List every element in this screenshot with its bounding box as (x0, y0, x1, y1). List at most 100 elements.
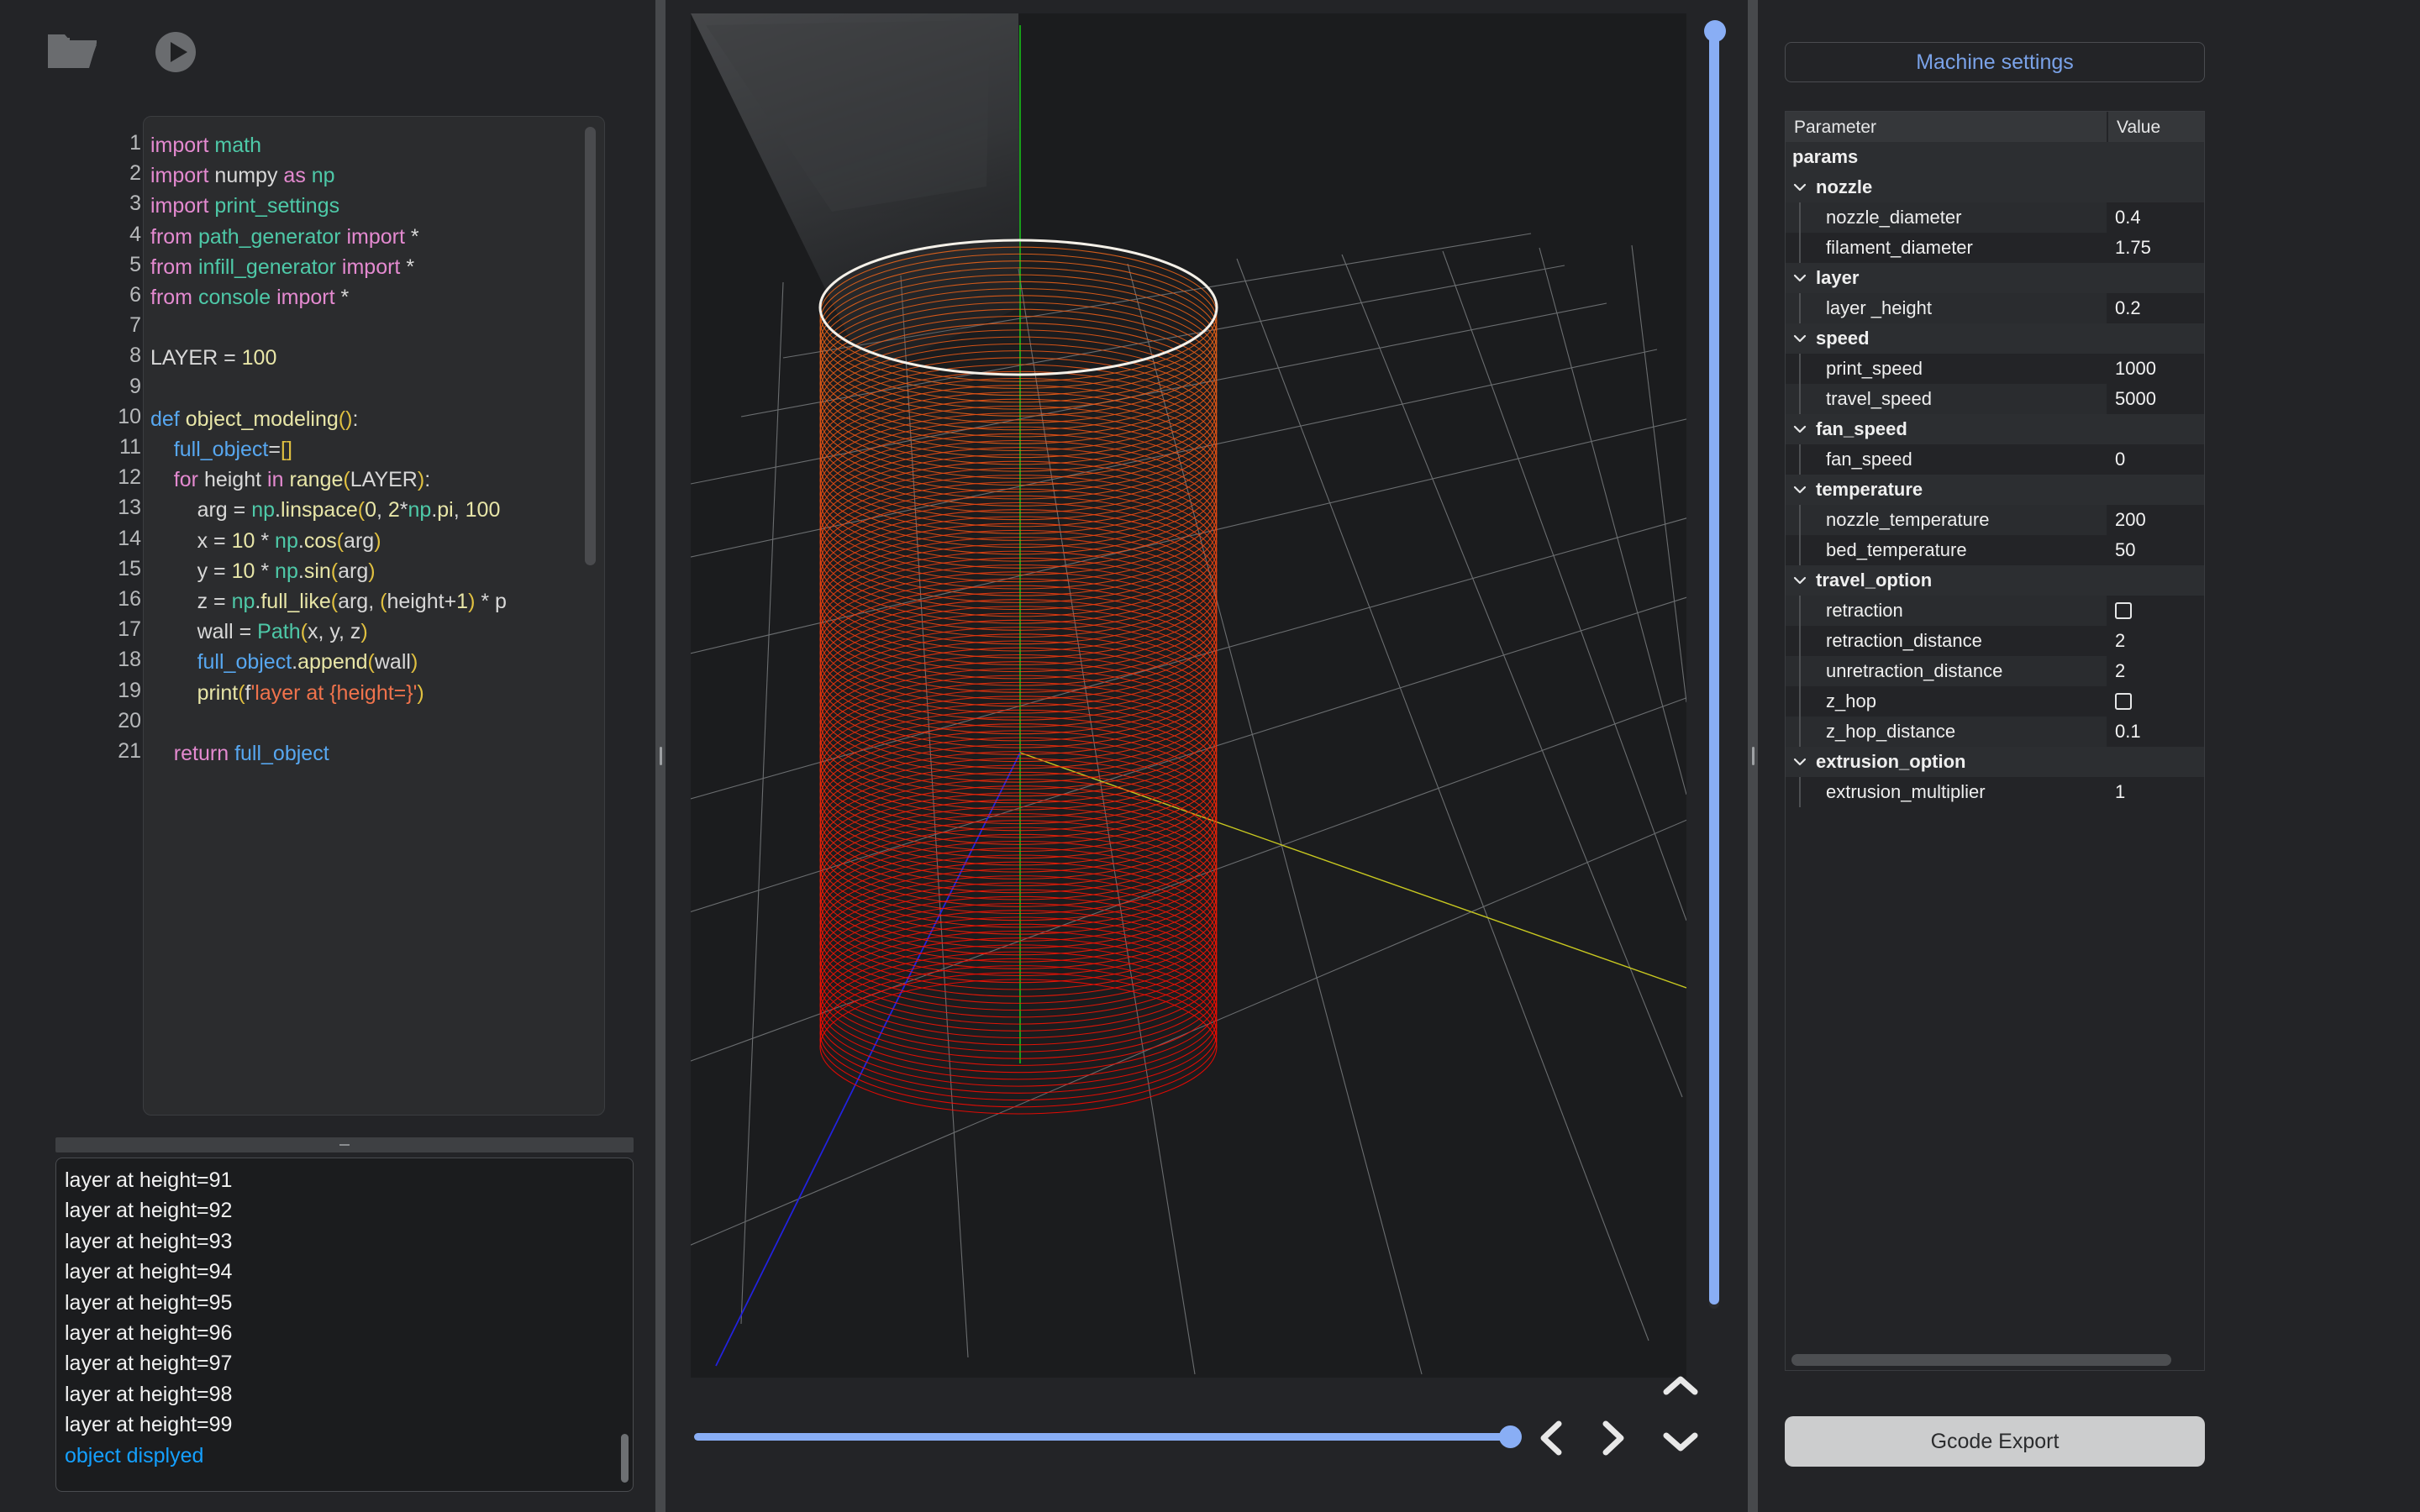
parameter-group-fan_speed[interactable]: fan_speed (1786, 414, 2204, 444)
line-number: 11 (60, 432, 141, 462)
parameter-value[interactable]: 2 (2107, 656, 2204, 686)
parameter-value[interactable]: 0.2 (2107, 293, 2204, 323)
parameter-group-nozzle[interactable]: nozzle (1786, 172, 2204, 202)
parameter-value[interactable] (2107, 263, 2204, 293)
parameter-value[interactable] (2107, 142, 2204, 172)
parameter-row-extrusion_multiplier[interactable]: extrusion_multiplier1 (1786, 777, 2204, 807)
parameter-row-bed_temperature[interactable]: bed_temperature50 (1786, 535, 2204, 565)
parameter-value[interactable]: 0.1 (2107, 717, 2204, 747)
parameter-row-z_hop[interactable]: z_hop (1786, 686, 2204, 717)
parameter-table[interactable]: Parameter Value paramsnozzlenozzle_diame… (1785, 111, 2205, 1371)
splitter-left[interactable] (655, 0, 666, 1512)
splitter-right[interactable] (1748, 0, 1758, 1512)
tree-indent-line (1799, 202, 1801, 233)
console-panel: layer at height=91layer at height=92laye… (40, 1132, 639, 1495)
gcode-export-button[interactable]: Gcode Export (1785, 1416, 2205, 1467)
parameter-value[interactable] (2107, 323, 2204, 354)
parameter-row-fan_speed[interactable]: fan_speed0 (1786, 444, 2204, 475)
parameter-value[interactable]: 1 (2107, 777, 2204, 807)
resize-grip (339, 1144, 350, 1146)
code-area[interactable]: import mathimport numpy as npimport prin… (143, 116, 605, 1116)
parameter-value[interactable]: 200 (2107, 505, 2204, 535)
parameter-name: travel_option (1786, 565, 2107, 596)
parameter-row-travel_speed[interactable]: travel_speed5000 (1786, 384, 2204, 414)
code-line: print(f'layer at {height=}') (150, 678, 605, 708)
group-label: temperature (1816, 479, 1923, 501)
prev-layer-button[interactable] (1528, 1416, 1575, 1463)
chevron-down-icon[interactable] (1792, 270, 1807, 286)
console-line: layer at height=94 (65, 1257, 624, 1287)
line-number: 19 (60, 675, 141, 706)
chevron-down-icon[interactable] (1792, 754, 1807, 769)
parameter-group-layer[interactable]: layer (1786, 263, 2204, 293)
layer-slider-vertical-fill (1709, 32, 1719, 1305)
next-layer-button[interactable] (1590, 1416, 1637, 1463)
console-resize-handle[interactable] (55, 1137, 634, 1152)
parameter-name: bed_temperature (1786, 535, 2107, 565)
code-scrollbar-thumb[interactable] (585, 127, 596, 565)
chevron-down-icon[interactable] (1792, 573, 1807, 588)
parameter-row-z_hop_distance[interactable]: z_hop_distance0.1 (1786, 717, 2204, 747)
parameter-name: extrusion_option (1786, 747, 2107, 777)
parameter-row-filament_diameter[interactable]: filament_diameter1.75 (1786, 233, 2204, 263)
chevron-down-icon[interactable] (1792, 180, 1807, 195)
parameter-name: nozzle_temperature (1786, 505, 2107, 535)
chevron-down-icon[interactable] (1792, 331, 1807, 346)
checkbox-retraction[interactable] (2115, 602, 2132, 619)
parameter-group-extrusion_option[interactable]: extrusion_option (1786, 747, 2204, 777)
parameter-value[interactable]: 0 (2107, 444, 2204, 475)
run-button[interactable] (150, 29, 202, 79)
chevron-down-icon[interactable] (1792, 422, 1807, 437)
value-text: 0.4 (2115, 207, 2141, 228)
code-editor[interactable]: 123456789101112131415161718192021 import… (0, 111, 622, 1110)
parameter-value[interactable]: 5000 (2107, 384, 2204, 414)
parameter-label: z_hop (1826, 690, 1876, 712)
code-line: from path_generator import * (150, 222, 605, 252)
layer-slider-vertical-thumb[interactable] (1704, 20, 1726, 42)
rotate-down-button[interactable] (1657, 1420, 1704, 1467)
parameter-row-params[interactable]: params (1786, 142, 2204, 172)
parameter-row-nozzle_diameter[interactable]: nozzle_diameter 0.4 (1786, 202, 2204, 233)
checkbox-z_hop[interactable] (2115, 693, 2132, 710)
parameter-value[interactable]: 50 (2107, 535, 2204, 565)
console-scrollbar-thumb[interactable] (621, 1434, 629, 1483)
machine-settings-button[interactable]: Machine settings (1785, 42, 2205, 82)
parameter-row-unretraction_distance[interactable]: unretraction_distance2 (1786, 656, 2204, 686)
chevron-down-icon[interactable] (1792, 482, 1807, 497)
layer-slider-horizontal-thumb[interactable] (1499, 1425, 1522, 1448)
layer-slider-vertical[interactable] (1697, 17, 1731, 1320)
console-output[interactable]: layer at height=91layer at height=92laye… (55, 1158, 634, 1492)
parameter-group-temperature[interactable]: temperature (1786, 475, 2204, 505)
parameter-name: layer _height (1786, 293, 2107, 323)
layer-slider-horizontal[interactable] (691, 1423, 1519, 1448)
parameter-row-print_speed[interactable]: print_speed1000 (1786, 354, 2204, 384)
3d-scene (691, 13, 1686, 1378)
parameter-value[interactable] (2107, 686, 2204, 717)
line-number: 16 (60, 584, 141, 614)
params-root-label: params (1792, 146, 1858, 168)
chevron-down-icon (1662, 1429, 1699, 1458)
parameter-value[interactable]: 0.4 (2107, 202, 2204, 233)
parameter-table-hscrollbar-thumb[interactable] (1791, 1354, 2171, 1366)
parameter-value[interactable] (2107, 172, 2204, 202)
parameter-group-speed[interactable]: speed (1786, 323, 2204, 354)
3d-viewport[interactable] (691, 13, 1686, 1378)
splitter-grip (660, 747, 662, 765)
rotate-up-button[interactable] (1657, 1364, 1704, 1411)
parameter-value[interactable] (2107, 747, 2204, 777)
parameter-group-travel_option[interactable]: travel_option (1786, 565, 2204, 596)
parameter-value[interactable] (2107, 475, 2204, 505)
parameter-label: nozzle_diameter (1826, 207, 1961, 228)
open-folder-button[interactable] (44, 29, 101, 77)
parameter-value[interactable]: 2 (2107, 626, 2204, 656)
parameter-value[interactable] (2107, 565, 2204, 596)
parameter-row-nozzle_temperature[interactable]: nozzle_temperature200 (1786, 505, 2204, 535)
line-number: 20 (60, 706, 141, 736)
parameter-value[interactable] (2107, 596, 2204, 626)
parameter-value[interactable]: 1000 (2107, 354, 2204, 384)
parameter-value[interactable] (2107, 414, 2204, 444)
parameter-row-layer _height[interactable]: layer _height0.2 (1786, 293, 2204, 323)
parameter-row-retraction[interactable]: retraction (1786, 596, 2204, 626)
parameter-value[interactable]: 1.75 (2107, 233, 2204, 263)
parameter-row-retraction_distance[interactable]: retraction_distance2 (1786, 626, 2204, 656)
